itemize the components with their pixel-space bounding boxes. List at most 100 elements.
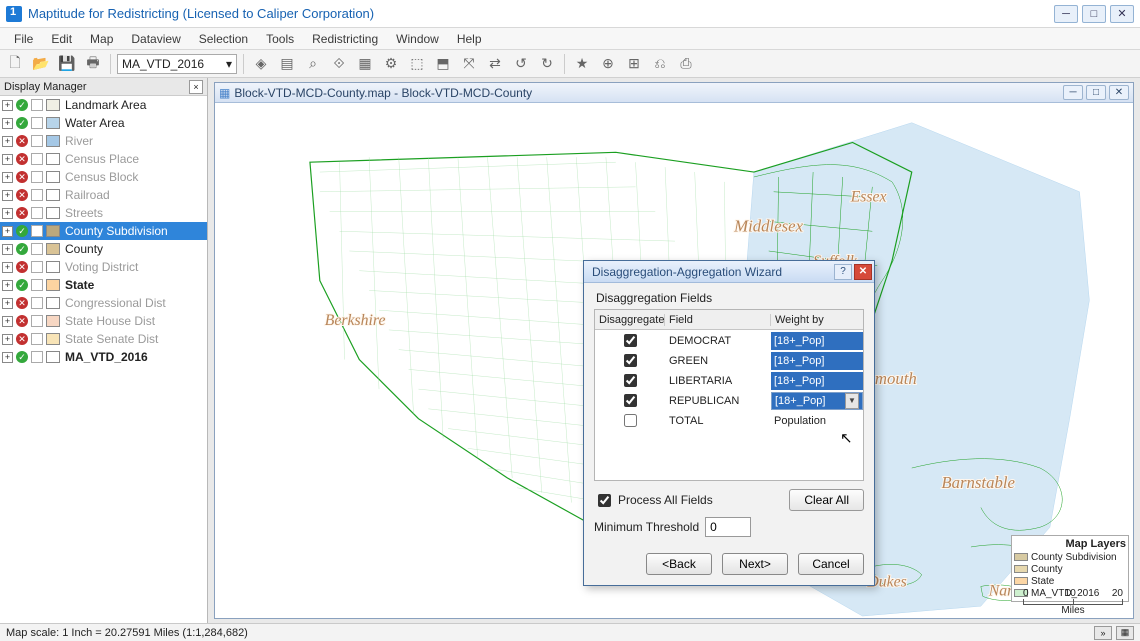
- minimize-button[interactable]: ─: [1054, 5, 1078, 23]
- visibility-icon[interactable]: ✕: [16, 171, 28, 183]
- menu-file[interactable]: File: [6, 30, 41, 48]
- grid-row[interactable]: DEMOCRAT[18+_Pop]: [595, 330, 863, 350]
- disaggregate-checkbox[interactable]: [624, 354, 637, 367]
- lock-icon[interactable]: [31, 297, 43, 309]
- layer-row-census-place[interactable]: +✕Census Place: [0, 150, 207, 168]
- cancel-button[interactable]: Cancel: [798, 553, 864, 575]
- save-icon[interactable]: 💾: [56, 53, 78, 75]
- lock-icon[interactable]: [31, 279, 43, 291]
- chevron-down-icon[interactable]: ▼: [845, 393, 859, 409]
- menu-selection[interactable]: Selection: [191, 30, 256, 48]
- layer-combo[interactable]: MA_VTD_2016 ▾: [117, 54, 237, 74]
- toolbar-icon-6[interactable]: ⚙: [380, 53, 402, 75]
- map-max-icon[interactable]: □: [1086, 85, 1106, 100]
- disaggregate-checkbox[interactable]: [624, 414, 637, 427]
- lock-icon[interactable]: [31, 117, 43, 129]
- visibility-icon[interactable]: ✕: [16, 315, 28, 327]
- expand-icon[interactable]: +: [2, 136, 13, 147]
- toolbar-icon-14[interactable]: ⊕: [597, 53, 619, 75]
- dialog-help-icon[interactable]: ?: [834, 264, 852, 280]
- toolbar-icon-15[interactable]: ⊞: [623, 53, 645, 75]
- min-threshold-input[interactable]: [705, 517, 751, 537]
- expand-icon[interactable]: +: [2, 352, 13, 363]
- open-icon[interactable]: 📂: [30, 53, 52, 75]
- weight-cell[interactable]: [18+_Pop]: [771, 352, 863, 370]
- expand-icon[interactable]: +: [2, 334, 13, 345]
- menu-help[interactable]: Help: [449, 30, 490, 48]
- visibility-icon[interactable]: ✓: [16, 225, 28, 237]
- visibility-icon[interactable]: ✕: [16, 261, 28, 273]
- lock-icon[interactable]: [31, 315, 43, 327]
- col-field[interactable]: Field: [665, 314, 771, 326]
- visibility-icon[interactable]: ✕: [16, 297, 28, 309]
- layer-row-ma-vtd-2016[interactable]: +✓MA_VTD_2016: [0, 348, 207, 366]
- layer-row-voting-district[interactable]: +✕Voting District: [0, 258, 207, 276]
- visibility-icon[interactable]: ✕: [16, 153, 28, 165]
- expand-icon[interactable]: +: [2, 208, 13, 219]
- field-cell[interactable]: DEMOCRAT: [665, 335, 771, 347]
- visibility-icon[interactable]: ✕: [16, 135, 28, 147]
- expand-icon[interactable]: +: [2, 100, 13, 111]
- visibility-icon[interactable]: ✓: [16, 99, 28, 111]
- new-icon[interactable]: 🗋: [4, 53, 26, 75]
- toolbar-icon-9[interactable]: ⤧: [458, 53, 480, 75]
- map-min-icon[interactable]: ─: [1063, 85, 1083, 100]
- menu-redistricting[interactable]: Redistricting: [304, 30, 386, 48]
- layer-row-landmark-area[interactable]: +✓Landmark Area: [0, 96, 207, 114]
- col-disaggregate[interactable]: Disaggregate: [595, 314, 665, 326]
- close-button[interactable]: ✕: [1110, 5, 1134, 23]
- dialog-close-icon[interactable]: ✕: [854, 264, 872, 280]
- layer-row-census-block[interactable]: +✕Census Block: [0, 168, 207, 186]
- field-cell[interactable]: GREEN: [665, 355, 771, 367]
- visibility-icon[interactable]: ✕: [16, 333, 28, 345]
- col-weight[interactable]: Weight by: [771, 314, 863, 326]
- disaggregate-checkbox[interactable]: [624, 394, 637, 407]
- expand-icon[interactable]: +: [2, 316, 13, 327]
- expand-icon[interactable]: +: [2, 280, 13, 291]
- expand-icon[interactable]: +: [2, 226, 13, 237]
- layer-row-county[interactable]: +✓County: [0, 240, 207, 258]
- toolbar-icon-1[interactable]: ◈: [250, 53, 272, 75]
- weight-cell[interactable]: [18+_Pop]: [771, 372, 863, 390]
- weight-cell[interactable]: Population: [771, 412, 863, 430]
- lock-icon[interactable]: [31, 225, 43, 237]
- lock-icon[interactable]: [31, 243, 43, 255]
- field-cell[interactable]: REPUBLICAN: [665, 395, 771, 407]
- expand-icon[interactable]: +: [2, 118, 13, 129]
- grid-row[interactable]: LIBERTARIA[18+_Pop]: [595, 370, 863, 390]
- visibility-icon[interactable]: ✓: [16, 243, 28, 255]
- toolbar-icon-13[interactable]: ★: [571, 53, 593, 75]
- maximize-button[interactable]: □: [1082, 5, 1106, 23]
- layer-row-streets[interactable]: +✕Streets: [0, 204, 207, 222]
- lock-icon[interactable]: [31, 261, 43, 273]
- layer-row-railroad[interactable]: +✕Railroad: [0, 186, 207, 204]
- expand-icon[interactable]: +: [2, 172, 13, 183]
- field-cell[interactable]: TOTAL: [665, 415, 771, 427]
- menu-tools[interactable]: Tools: [258, 30, 302, 48]
- grid-row[interactable]: REPUBLICAN[18+_Pop]▼: [595, 390, 863, 410]
- lock-icon[interactable]: [31, 189, 43, 201]
- grid-row[interactable]: GREEN[18+_Pop]: [595, 350, 863, 370]
- status-btn-1[interactable]: »: [1094, 626, 1112, 640]
- layer-row-water-area[interactable]: +✓Water Area: [0, 114, 207, 132]
- back-button[interactable]: <Back: [646, 553, 712, 575]
- menu-window[interactable]: Window: [388, 30, 447, 48]
- lock-icon[interactable]: [31, 333, 43, 345]
- panel-close-icon[interactable]: ×: [189, 80, 203, 94]
- lock-icon[interactable]: [31, 171, 43, 183]
- layer-row-congressional-dist[interactable]: +✕Congressional Dist: [0, 294, 207, 312]
- lock-icon[interactable]: [31, 351, 43, 363]
- toolbar-icon-3[interactable]: ⌕: [302, 53, 324, 75]
- visibility-icon[interactable]: ✕: [16, 189, 28, 201]
- expand-icon[interactable]: +: [2, 262, 13, 273]
- visibility-icon[interactable]: ✓: [16, 351, 28, 363]
- weight-cell[interactable]: [18+_Pop]: [771, 332, 863, 350]
- toolbar-icon-16[interactable]: ⎌: [649, 53, 671, 75]
- layer-row-state[interactable]: +✓State: [0, 276, 207, 294]
- expand-icon[interactable]: +: [2, 190, 13, 201]
- toolbar-icon-17[interactable]: ⎙: [675, 53, 697, 75]
- toolbar-icon-10[interactable]: ⇄: [484, 53, 506, 75]
- visibility-icon[interactable]: ✓: [16, 117, 28, 129]
- lock-icon[interactable]: [31, 207, 43, 219]
- process-all-input[interactable]: [598, 494, 611, 507]
